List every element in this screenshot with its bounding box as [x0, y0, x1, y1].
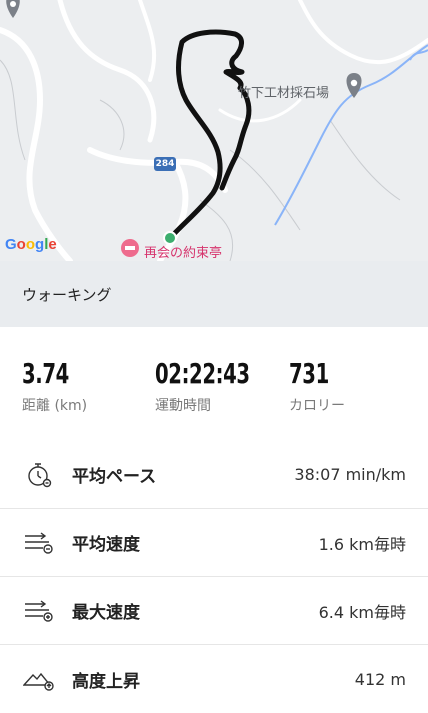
duration-label: 運動時間 — [155, 398, 211, 414]
metric-name: 高度上昇 — [72, 671, 140, 692]
metric-value: 1.6 km毎時 — [318, 534, 406, 554]
google-logo: Google — [5, 236, 57, 253]
distance-stat: 3.74 距離 (km) — [22, 357, 155, 414]
calories-stat: 731 カロリー — [289, 357, 345, 414]
max-speed-icon — [22, 594, 56, 628]
distance-value: 3.74 — [22, 357, 69, 390]
activity-type: ウォーキング — [22, 285, 112, 304]
metric-value: 38:07 min/km — [294, 465, 406, 484]
metric-row-elevation-gain[interactable]: 高度上昇 412 m — [0, 645, 428, 713]
hotel-poi-icon — [121, 239, 139, 257]
metric-row-average-speed[interactable]: 平均速度 1.6 km毎時 — [0, 509, 428, 577]
metric-value: 6.4 km毎時 — [318, 602, 406, 622]
duration-stat: 02:22:43 運動時間 — [155, 357, 289, 414]
quarry-label[interactable]: 竹下工材採石場 — [238, 82, 329, 101]
calories-value: 731 — [289, 357, 329, 390]
metrics-list: 平均ペース 38:07 min/km 平均速度 1.6 km毎時 最大速度 6.… — [0, 441, 428, 713]
metric-name: 最大速度 — [72, 603, 140, 623]
quarry-pin-icon — [346, 73, 362, 98]
activity-type-bar: ウォーキング — [0, 261, 428, 327]
distance-label: 距離 (km) — [22, 398, 88, 414]
metric-value: 412 m — [354, 669, 406, 689]
speed-icon — [22, 526, 56, 560]
duration-value: 02:22:43 — [155, 357, 250, 390]
metric-name: 平均速度 — [72, 535, 140, 555]
elevation-icon — [22, 662, 56, 696]
metric-row-max-speed[interactable]: 最大速度 6.4 km毎時 — [0, 577, 428, 645]
hotel-label[interactable]: 再会の約束亭 — [144, 242, 222, 261]
metric-row-average-pace[interactable]: 平均ペース 38:07 min/km — [0, 441, 428, 509]
summary-stats: 3.74 距離 (km) 02:22:43 運動時間 731 カロリー — [0, 327, 428, 414]
calories-label: カロリー — [289, 398, 345, 414]
route-map[interactable]: 284 竹下工材採石場 再会の約束亭 Google — [0, 0, 428, 261]
metric-name: 平均ペース — [72, 467, 157, 487]
map-pin-icon — [6, 0, 20, 18]
road-number-shield: 284 — [154, 157, 176, 171]
map-background — [0, 0, 428, 261]
stopwatch-icon — [22, 458, 56, 492]
